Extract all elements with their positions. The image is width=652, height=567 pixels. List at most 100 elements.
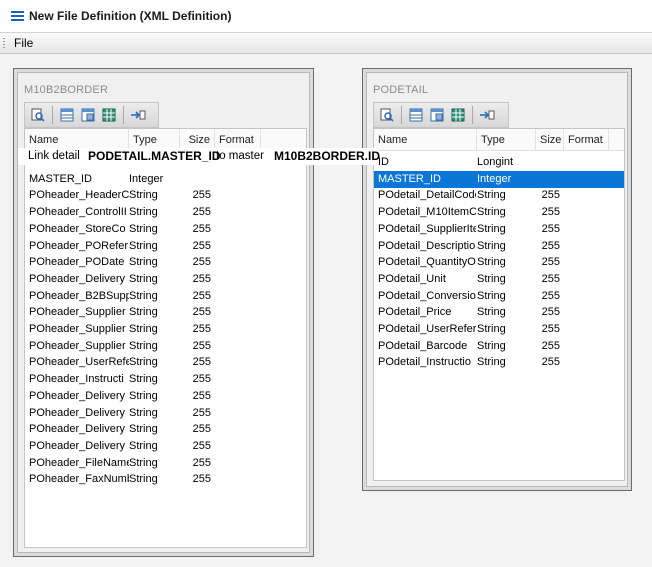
table-edit-icon[interactable] <box>79 106 97 124</box>
field-name-cell: POheader_FileName <box>29 456 129 469</box>
field-name-cell: POheader_Delivery <box>29 423 125 436</box>
table-row[interactable]: POheader_UserRefe String 255 <box>25 354 306 371</box>
column-header-type[interactable]: Type <box>477 129 536 151</box>
field-size-cell: 255 <box>541 323 560 335</box>
preview-icon[interactable] <box>378 106 396 124</box>
table-row[interactable]: POheader_FileName String 255 <box>25 455 306 472</box>
menubar-grip-icon <box>3 38 5 50</box>
field-grid[interactable]: Name Type Size Format IDMASTER_IDInteger… <box>24 128 307 548</box>
table-row[interactable]: POdetail_Conversio String 255 <box>374 288 624 305</box>
table-row[interactable]: POheader_Delivery String 255 <box>25 405 306 422</box>
table-row[interactable]: POdetail_Descriptio String 255 <box>374 238 624 255</box>
panel-title: M10B2BORDER <box>24 84 109 96</box>
table-row[interactable]: MASTER_ID Integer <box>374 170 624 188</box>
field-name-cell: POheader_Delivery <box>29 439 125 452</box>
menu-file[interactable]: File <box>12 36 35 50</box>
table-row[interactable]: POdetail_SupplierIte String 255 <box>374 221 624 238</box>
field-name-cell: POdetail_Conversio <box>378 289 476 302</box>
table-row[interactable]: POdetail_Unit String 255 <box>374 271 624 288</box>
field-name-cell: POdetail_UserRefer <box>378 323 476 335</box>
field-type-cell: String <box>129 356 158 369</box>
table-row[interactable]: POheader_PORefer String 255 <box>25 238 306 255</box>
panel-toolbar <box>373 102 509 128</box>
field-name-cell: POheader_ControlII <box>29 206 127 219</box>
field-type-cell: String <box>129 239 158 252</box>
panel-title: PODETAIL <box>373 84 429 96</box>
field-name-cell: POdetail_Instructio <box>378 356 471 369</box>
column-header-format[interactable]: Format <box>564 129 609 151</box>
field-size-cell: 255 <box>192 406 211 419</box>
table-row[interactable]: POdetail_UserRefer String 255 <box>374 321 624 338</box>
table-row[interactable]: POheader_Delivery String 255 <box>25 388 306 405</box>
preview-icon[interactable] <box>29 106 47 124</box>
table-row[interactable]: POdetail_QuantityO String 255 <box>374 254 624 271</box>
column-header-name[interactable]: Name <box>374 129 477 151</box>
field-size-cell: 255 <box>192 222 211 235</box>
field-name-cell: MASTER_ID <box>378 172 441 185</box>
link-tooltip-middle: to master <box>216 150 264 162</box>
field-type-cell: String <box>129 289 158 302</box>
field-size-cell: 255 <box>192 323 211 335</box>
field-type-cell: String <box>129 306 158 319</box>
link-icon[interactable] <box>129 106 147 124</box>
table-row[interactable]: POheader_PODate String 255 <box>25 254 306 271</box>
field-type-cell: String <box>129 272 158 285</box>
field-name-cell: POdetail_Unit <box>378 272 446 285</box>
field-size-cell: 255 <box>192 289 211 302</box>
field-name-cell: POheader_UserRefe <box>29 356 129 369</box>
field-size-cell: 255 <box>192 272 211 285</box>
field-type-cell: Integer <box>129 172 164 185</box>
grid-icon[interactable] <box>449 106 467 124</box>
field-size-cell: 255 <box>192 373 211 386</box>
field-type-cell: String <box>129 323 158 335</box>
table-row[interactable]: POheader_ControlII String 255 <box>25 204 306 221</box>
table-row[interactable]: POheader_HeaderC String 255 <box>25 187 306 204</box>
link-icon[interactable] <box>478 106 496 124</box>
field-size-cell: 255 <box>192 256 211 269</box>
field-grid[interactable]: Name Type Size Format ID Longint MASTER_ID… <box>373 128 625 481</box>
table-row[interactable]: POdetail_M10ItemC String 255 <box>374 204 624 221</box>
table-row[interactable]: POheader_Delivery String 255 <box>25 421 306 438</box>
field-name-cell: POheader_FaxNumb <box>29 473 129 486</box>
field-size-cell: 255 <box>541 222 560 235</box>
table-row[interactable]: POheader_StoreCo String 255 <box>25 221 306 238</box>
menu-bar: File <box>0 32 652 54</box>
table-row[interactable]: MASTER_ID Integer <box>25 171 306 188</box>
table-row[interactable]: POheader_Delivery String 255 <box>25 271 306 288</box>
panel-toolbar <box>24 102 159 128</box>
table-row[interactable]: POheader_Delivery String 255 <box>25 438 306 455</box>
field-type-cell: String <box>129 256 158 269</box>
table-row[interactable]: POdetail_Instructio String 255 <box>374 354 624 371</box>
table-row[interactable]: ID Longint <box>374 154 624 171</box>
table-row[interactable]: POheader_Supplier String 255 <box>25 321 306 338</box>
field-type-cell: Longint <box>477 156 514 168</box>
master-table-panel[interactable]: M10B2BORDER Name Type Size Format IDMAST… <box>13 68 314 557</box>
field-type-cell: String <box>129 473 158 486</box>
table-row[interactable]: POheader_B2BSupp String 255 <box>25 288 306 305</box>
field-name-cell: MASTER_ID <box>29 172 92 185</box>
table-icon[interactable] <box>58 106 76 124</box>
field-name-cell: POheader_Supplier <box>29 339 126 352</box>
list-icon <box>11 11 24 21</box>
grid-icon[interactable] <box>100 106 118 124</box>
field-size-cell: 255 <box>541 206 560 219</box>
table-icon[interactable] <box>407 106 425 124</box>
field-size-cell: 255 <box>541 272 560 285</box>
window-title: New File Definition (XML Definition) <box>29 9 232 23</box>
table-row[interactable]: POdetail_DetailCode String 255 <box>374 187 624 204</box>
field-name-cell: POheader_Delivery <box>29 389 125 402</box>
field-name-cell: POheader_Delivery <box>29 406 125 419</box>
field-size-cell: 255 <box>541 356 560 369</box>
field-size-cell: 255 <box>192 389 211 402</box>
table-row[interactable]: POheader_FaxNumb String 255 <box>25 471 306 488</box>
table-row[interactable]: POheader_Instructi String 255 <box>25 371 306 388</box>
detail-table-panel[interactable]: PODETAIL Name Type Size Format ID Longint… <box>362 68 632 491</box>
table-row[interactable]: POheader_Supplier String 255 <box>25 304 306 321</box>
table-row[interactable]: POdetail_Price String 255 <box>374 304 624 321</box>
field-name-cell: POdetail_Price <box>378 306 452 319</box>
table-row[interactable]: POheader_Supplier String 255 <box>25 338 306 355</box>
table-edit-icon[interactable] <box>428 106 446 124</box>
table-row[interactable]: POdetail_Barcode String 255 <box>374 338 624 355</box>
column-header-size[interactable]: Size <box>536 129 564 151</box>
field-name-cell: POheader_HeaderC <box>29 189 129 202</box>
